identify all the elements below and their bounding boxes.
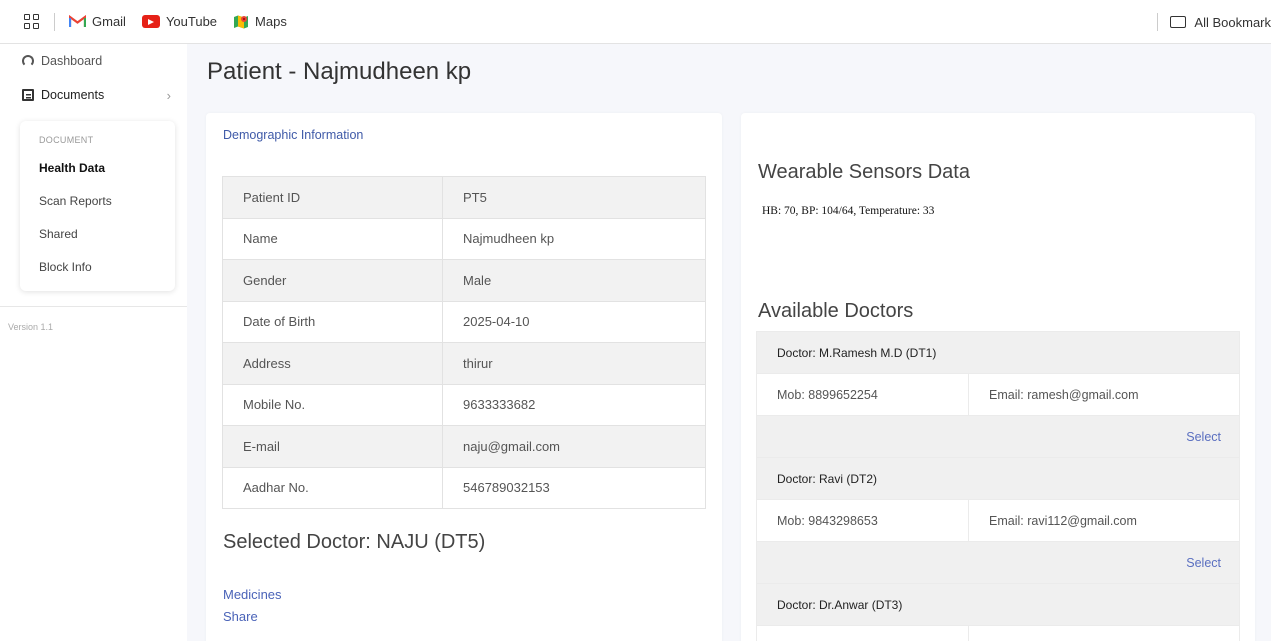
dashboard-icon <box>22 55 34 67</box>
folder-icon <box>1170 16 1187 28</box>
all-bookmarks-label: All Bookmark <box>1194 14 1271 30</box>
row-label: Date of Birth <box>222 300 443 343</box>
row-label: Address <box>222 342 443 385</box>
doctor-mobile: Mob: 8899652254 <box>756 373 969 416</box>
medicines-link[interactable]: Medicines <box>223 587 282 602</box>
doctor-email: Email: ramesh@gmail.com <box>968 373 1240 416</box>
sidebar: Dashboard Documents › DOCUMENT Health Da… <box>0 44 187 641</box>
sidebar-item-dashboard[interactable]: Dashboard <box>0 44 187 78</box>
doctor-name: Doctor: M.Ramesh M.D (DT1) <box>756 331 1240 374</box>
row-label: Patient ID <box>222 176 443 219</box>
bookmarks-divider <box>54 12 55 31</box>
table-row: Aadhar No. 546789032153 <box>222 466 706 509</box>
wearable-sensors-data: HB: 70, BP: 104/64, Temperature: 33 <box>762 205 935 217</box>
row-label: E-mail <box>222 425 443 468</box>
sensors-doctors-card: Wearable Sensors Data HB: 70, BP: 104/64… <box>741 113 1255 641</box>
bookmark-gmail[interactable]: Gmail <box>69 14 126 29</box>
selected-doctor: Selected Doctor: NAJU (DT5) <box>223 531 486 553</box>
doctor-header-row: Doctor: Ravi (DT2) <box>756 457 1240 500</box>
bookmark-youtube-label: YouTube <box>165 14 218 29</box>
doctor-mobile <box>756 625 969 641</box>
patient-card: Demographic Information Patient ID PT5 Na… <box>206 113 722 641</box>
doctor-header-row: Doctor: Dr.Anwar (DT3) <box>756 583 1240 626</box>
row-value: 9633333682 <box>442 383 706 426</box>
row-value: 546789032153 <box>442 466 706 509</box>
submenu-heading: DOCUMENT <box>39 135 94 145</box>
doctor-email: Email: ravi112@gmail.com <box>968 499 1240 542</box>
all-bookmarks[interactable]: All Bookmark <box>1143 0 1271 44</box>
sidebar-item-documents[interactable]: Documents › <box>0 78 187 112</box>
row-value: Male <box>442 259 706 302</box>
bookmark-maps[interactable]: Maps <box>233 14 287 30</box>
doctor-name: Doctor: Ravi (DT2) <box>756 457 1240 500</box>
sidebar-divider <box>0 306 187 307</box>
doctors-table: Doctor: M.Ramesh M.D (DT1) Mob: 88996522… <box>756 331 1240 641</box>
table-row: E-mail naju@gmail.com <box>222 425 706 468</box>
select-doctor-button[interactable]: Select <box>756 415 1240 458</box>
row-value: naju@gmail.com <box>442 425 706 468</box>
submenu-item-health-data[interactable]: Health Data <box>20 157 175 190</box>
row-value: 2025-04-10 <box>442 300 706 343</box>
submenu-item-scan-reports[interactable]: Scan Reports <box>20 190 175 223</box>
gmail-icon <box>69 15 86 28</box>
demographic-table: Patient ID PT5 Name Najmudheen kp Gender Ma… <box>222 176 706 509</box>
page-title: Patient - Najmudheen kp <box>207 58 472 85</box>
submenu-item-block-info[interactable]: Block Info <box>20 256 175 289</box>
table-row: Gender Male <box>222 259 706 302</box>
table-row: Name Najmudheen kp <box>222 217 706 260</box>
bookmark-maps-label: Maps <box>255 14 287 29</box>
row-label: Aadhar No. <box>222 466 443 509</box>
sidebar-item-documents-label: Documents <box>41 88 105 102</box>
bookmarks-divider-right <box>1157 13 1159 31</box>
table-row: Mobile No. 9633333682 <box>222 383 706 426</box>
row-label: Mobile No. <box>222 383 443 426</box>
version-label: Version 1.1 <box>8 322 54 332</box>
doctor-select-row: Select <box>756 541 1240 584</box>
submenu-item-shared[interactable]: Shared <box>20 223 175 256</box>
doctor-select-row: Select <box>756 415 1240 458</box>
table-row: Date of Birth 2025-04-10 <box>222 300 706 343</box>
table-row: Patient ID PT5 <box>222 176 706 219</box>
maps-icon <box>233 14 249 30</box>
doctor-mobile: Mob: 9843298653 <box>756 499 969 542</box>
doctor-contact-row <box>756 625 1240 641</box>
select-doctor-button[interactable]: Select <box>756 541 1240 584</box>
doctor-contact-row: Mob: 8899652254 Email: ramesh@gmail.com <box>756 373 1240 416</box>
available-doctors-title: Available Doctors <box>758 300 914 322</box>
sidebar-item-dashboard-label: Dashboard <box>41 54 103 68</box>
bookmark-youtube[interactable]: YouTube <box>141 14 218 29</box>
row-value: PT5 <box>442 176 706 219</box>
doctor-name: Doctor: Dr.Anwar (DT3) <box>756 583 1240 626</box>
bookmark-gmail-label: Gmail <box>92 14 126 29</box>
table-row: Address thirur <box>222 342 706 385</box>
bookmarks-bar: Gmail YouTube Maps All Bookmark <box>0 0 1271 44</box>
wearable-sensors-title: Wearable Sensors Data <box>758 161 970 183</box>
documents-submenu: DOCUMENT Health Data Scan Reports Shared… <box>20 121 175 291</box>
row-value: thirur <box>442 342 706 385</box>
chevron-right-icon: › <box>166 87 171 103</box>
youtube-icon <box>141 15 160 28</box>
row-value: Najmudheen kp <box>442 217 706 260</box>
doctor-email <box>968 625 1240 641</box>
doctor-contact-row: Mob: 9843298653 Email: ravi112@gmail.com <box>756 499 1240 542</box>
share-link[interactable]: Share <box>223 609 258 624</box>
demographic-title: Demographic Information <box>223 128 364 142</box>
apps-grid-icon[interactable] <box>24 13 40 30</box>
row-label: Name <box>222 217 443 260</box>
doctor-header-row: Doctor: M.Ramesh M.D (DT1) <box>756 331 1240 374</box>
documents-icon <box>22 89 34 101</box>
row-label: Gender <box>222 259 443 302</box>
